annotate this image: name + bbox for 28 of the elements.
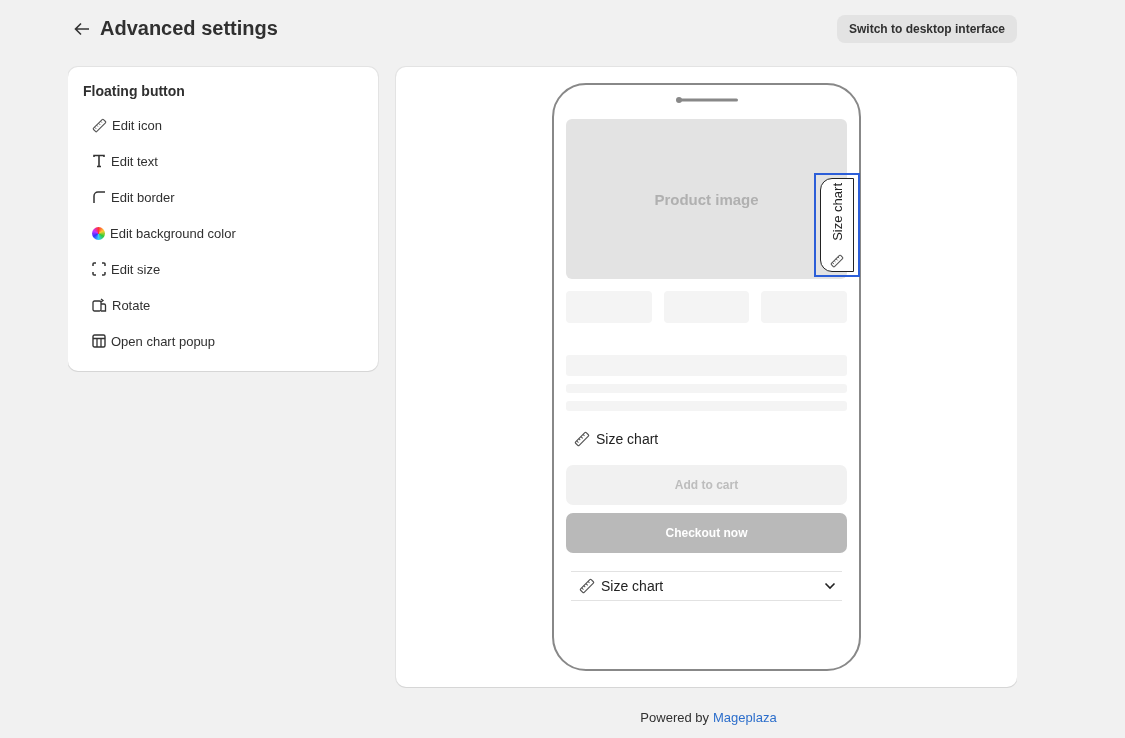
menu-item[interactable]: Edit text: [111, 153, 158, 169]
resize-icon: [92, 262, 106, 276]
rotate-icon: [92, 298, 107, 312]
back-arrow-icon[interactable]: [74, 21, 90, 36]
page-title: Advanced settings: [100, 17, 278, 40]
chevron-icon[interactable]: [824, 582, 836, 590]
section-title: Floating button: [83, 83, 186, 99]
switch-interface-button[interactable]: Switch to desktop interface: [836, 14, 1017, 43]
menu-item[interactable]: Open chart popup: [111, 333, 216, 349]
menu-item[interactable]: Edit border: [111, 189, 175, 205]
color-wheel-icon: [92, 226, 105, 240]
corner-icon: [92, 190, 106, 204]
ruler-icon: [830, 254, 844, 268]
menu-item[interactable]: Edit icon: [112, 117, 162, 133]
text-icon: [92, 154, 106, 168]
table-icon: [92, 334, 106, 348]
footer-text: Powered by: [640, 710, 709, 725]
ruler-icon: [579, 578, 595, 594]
menu-item[interactable]: Edit size: [111, 261, 161, 277]
menu-item[interactable]: Edit background color: [110, 225, 236, 241]
ruler-icon: [92, 117, 107, 133]
accordion-label[interactable]: Size chart: [601, 578, 818, 594]
floating-button[interactable]: Size chart: [820, 178, 854, 272]
speaker-icon: [675, 97, 738, 103]
menu-item[interactable]: Rotate: [112, 297, 151, 313]
footer-link[interactable]: Mageplaza: [713, 710, 777, 725]
size-chart-link[interactable]: Size chart: [596, 431, 659, 447]
ruler-icon: [574, 431, 590, 447]
